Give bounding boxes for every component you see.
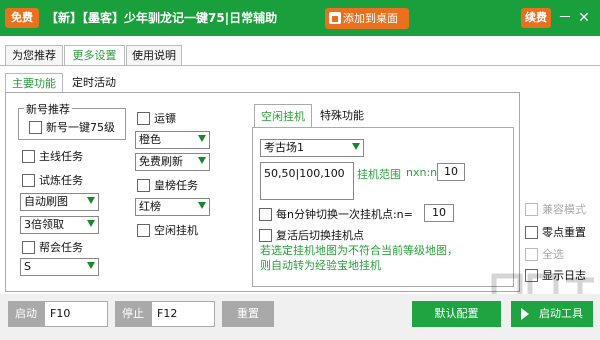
auto-refresh-value: 自动刷图 [24,195,68,208]
range-value-input[interactable]: 10 [437,163,465,181]
window-title: 【新】【墨客】少年驯龙记一键75|日常辅助 [46,11,278,25]
checkbox-box [525,247,538,261]
free-refresh-select[interactable]: 免费刷新 [135,153,210,171]
map-select-value: 考古场1 [264,141,304,154]
checkbox-box [22,240,35,254]
coords-input[interactable]: 50,50|100,100 [260,162,354,200]
escort-checkbox[interactable]: 运镖 [137,110,176,126]
tab-special-functions[interactable]: 特殊功能 [314,104,370,127]
default-config-button[interactable]: 默认配置 [412,301,501,327]
tab-recommend[interactable]: 为您推荐 [5,45,63,65]
minimize-icon[interactable]: － [558,8,572,28]
free-refresh-value: 免费刷新 [139,155,183,168]
auto-refresh-select[interactable]: 自动刷图 [20,193,99,211]
title-bar: 免费 【新】【墨客】少年驯龙记一键75|日常辅助 添加到桌面 续费 － ✕ [0,0,600,36]
checkbox-box [137,111,150,125]
checkbox-box [29,120,42,134]
zero-reset-label: 零点重置 [542,226,586,239]
select-all-label: 全选 [542,248,564,261]
compat-mode-label: 兼容模式 [542,203,586,216]
start-hotkey-label: 启动 [8,301,44,327]
red-list-value: 红榜 [139,200,161,213]
switch-interval-checkbox[interactable]: 每n分钟切换一次挂机点:n= [259,206,413,222]
dropdown-arrow-icon [87,197,95,204]
checkbox-box [525,225,538,239]
start-hotkey-input[interactable]: F10 [44,301,108,327]
new-account-group-label: 新号推荐 [24,101,72,117]
red-list-select[interactable]: 红榜 [135,198,210,216]
checkbox-box [525,202,538,216]
new-one-click-label: 新号一键75级 [46,121,115,134]
stop-hotkey-label: 停止 [115,301,151,327]
free-badge: 免费 [5,8,39,28]
subtab-main-functions[interactable]: 主要功能 [5,73,63,92]
checkbox-box [259,207,272,221]
renew-button[interactable]: 续费 [521,8,551,28]
s-select-value: S [24,260,31,273]
imperial-quest-checkbox[interactable]: 皇榜任务 [137,177,198,193]
dropdown-arrow-icon [352,143,360,150]
tab-divider [0,65,600,66]
compat-mode-checkbox[interactable]: 兼容模式 [525,201,586,217]
idle-hang-label: 空闲挂机 [154,224,198,237]
desktop-icon [329,12,341,24]
select-all-checkbox[interactable]: 全选 [525,246,564,262]
checkbox-box [22,149,35,163]
main-quest-checkbox[interactable]: 主线任务 [22,148,83,164]
add-to-desktop-button[interactable]: 添加到桌面 [325,8,409,29]
idle-hang-checkbox[interactable]: 空闲挂机 [137,222,198,238]
main-quest-label: 主线任务 [39,150,83,163]
triple-claim-select[interactable]: 3倍领取 [20,216,99,234]
guild-quest-checkbox[interactable]: 帮会任务 [22,239,83,255]
triple-claim-value: 3倍领取 [24,218,64,231]
map-note: 若选定挂机地图为不符合当前等级地图，则自动转为经验宝地挂机 [260,244,458,272]
subtab-timed-events[interactable]: 定时活动 [66,73,122,92]
new-one-click-checkbox[interactable]: 新号一键75级 [29,119,115,135]
revive-switch-checkbox[interactable]: 复活后切换挂机点 [259,227,364,243]
trial-quest-label: 试炼任务 [39,174,83,187]
tab-instructions[interactable]: 使用说明 [126,45,182,65]
trial-quest-checkbox[interactable]: 试炼任务 [22,172,83,188]
tab-more-settings[interactable]: 更多设置 [64,45,125,66]
checkbox-box [259,228,272,242]
escort-label: 运镖 [154,112,176,125]
switch-interval-input[interactable]: 10 [424,204,454,222]
dropdown-arrow-icon [198,202,206,209]
map-select[interactable]: 考古场1 [260,139,364,157]
tab-idle-hang[interactable]: 空闲挂机 [254,104,312,128]
guild-quest-label: 帮会任务 [39,241,83,254]
dropdown-arrow-icon [198,135,206,142]
switch-interval-label: 每n分钟切换一次挂机点:n= [276,208,413,221]
reset-button[interactable]: 重置 [222,301,274,327]
checkbox-box [137,178,150,192]
stop-hotkey-input[interactable]: F12 [151,301,215,327]
orange-select-value: 橙色 [139,133,161,146]
checkbox-box [22,173,35,187]
add-to-desktop-label: 添加到桌面 [343,12,398,25]
range-label: 挂机范围 [357,168,401,181]
dropdown-arrow-icon [198,157,206,164]
dropdown-arrow-icon [87,262,95,269]
start-tool-label: 启动工具 [539,307,583,320]
zero-reset-checkbox[interactable]: 零点重置 [525,224,586,240]
play-icon [521,308,529,320]
checkbox-box [137,223,150,237]
orange-select[interactable]: 橙色 [135,131,210,149]
imperial-quest-label: 皇榜任务 [154,179,198,192]
close-icon[interactable]: ✕ [576,8,592,28]
dropdown-arrow-icon [87,220,95,227]
revive-switch-label: 复活后切换挂机点 [276,229,364,242]
s-select[interactable]: S [20,258,99,276]
